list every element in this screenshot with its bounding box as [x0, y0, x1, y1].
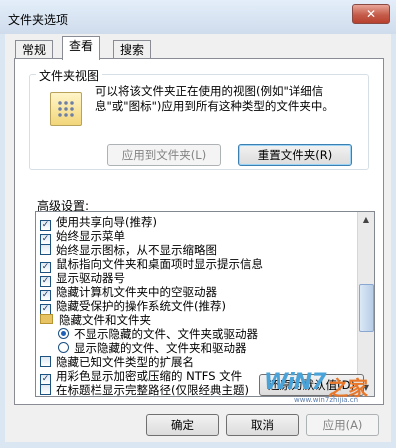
list-item[interactable]: ✓ 用彩色显示加密或压缩的 NTFS 文件 — [40, 369, 242, 385]
tab-search[interactable]: 搜索 — [113, 40, 152, 59]
folder-views-group: 文件夹视图 可以将该文件夹正在使用的视图(例如"详细信息"或"图标")应用到所有… — [29, 67, 369, 170]
site-watermark: WiN7 之家 www.win7zhijia.cn — [264, 370, 368, 404]
folder-icon — [40, 314, 53, 324]
radio-button[interactable] — [58, 328, 69, 339]
list-item[interactable]: 不显示隐藏的文件、文件夹或驱动器 — [58, 327, 258, 341]
list-item[interactable]: 显示隐藏的文件、文件夹和驱动器 — [58, 341, 247, 355]
list-item[interactable]: ✓ 使用共享向导(推荐) — [40, 215, 157, 231]
tab-general[interactable]: 常规 — [15, 40, 54, 59]
apply-to-folders-button[interactable]: 应用到文件夹(L) — [107, 144, 221, 166]
apply-button[interactable]: 应用(A) — [306, 414, 379, 436]
watermark-url: www.win7zhijia.cn — [294, 396, 359, 404]
list-item[interactable]: 隐藏已知文件类型的扩展名 — [40, 355, 194, 369]
tab-view[interactable]: 查看 — [62, 36, 101, 60]
list-item[interactable]: 在标题栏显示完整路径(仅限经典主题) — [40, 383, 249, 396]
title-bar: 文件夹选项 ✕ — [0, 0, 396, 34]
list-item[interactable]: ✓ 隐藏计算机文件夹中的空驱动器 — [40, 285, 217, 301]
list-item[interactable]: ✓ 显示驱动器号 — [40, 271, 125, 287]
list-item[interactable]: ✓ 始终显示菜单 — [40, 229, 125, 245]
reset-folders-button[interactable]: 重置文件夹(R) — [238, 144, 352, 166]
checkbox[interactable] — [40, 356, 51, 367]
checkbox[interactable] — [40, 384, 51, 395]
folder-views-description: 可以将该文件夹正在使用的视图(例如"详细信息"或"图标")应用到所有这种类型的文… — [95, 84, 334, 113]
list-item: 隐藏文件和文件夹 — [40, 313, 151, 327]
list-item[interactable]: ✓ 隐藏受保护的操作系统文件(推荐) — [40, 299, 226, 315]
list-item[interactable]: ✓ 鼠标指向文件夹和桌面项时显示提示信息 — [40, 257, 263, 273]
scroll-up-icon[interactable]: ▲ — [358, 212, 374, 228]
close-button[interactable]: ✕ — [352, 4, 390, 24]
scroll-thumb[interactable] — [359, 284, 374, 332]
cancel-button[interactable]: 取消 — [226, 414, 299, 436]
vertical-scrollbar[interactable]: ▲ ▼ — [357, 212, 374, 396]
ok-button[interactable]: 确定 — [146, 414, 219, 436]
close-icon: ✕ — [365, 7, 377, 21]
checkbox[interactable] — [40, 244, 51, 255]
radio-button[interactable] — [58, 342, 69, 353]
window-title: 文件夹选项 — [8, 13, 69, 27]
folder-views-title: 文件夹视图 — [36, 67, 103, 84]
watermark-logo: WiN7 — [264, 370, 327, 395]
list-item[interactable]: 始终显示图标，从不显示缩略图 — [40, 243, 217, 257]
folder-view-icon — [50, 92, 82, 126]
view-tab-page: 文件夹视图 可以将该文件夹正在使用的视图(例如"详细信息"或"图标")应用到所有… — [14, 58, 384, 405]
